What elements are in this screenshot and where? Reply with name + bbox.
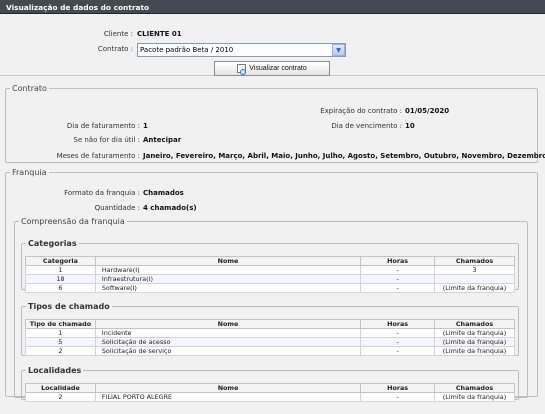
table-cell: - [360,274,436,284]
localidades-legend: Localidades [28,366,82,375]
table-cell: Solicitação de serviço [94,346,362,356]
column-header: Chamados [434,383,515,393]
window-title: Visualização de dados do contrato [0,0,545,14]
localidades-table: Localidade Nome Horas Chamados 2 FILIAL … [25,383,515,402]
non-business-value: Antecipar [143,136,182,144]
due-day-value: 10 [405,122,415,130]
tipos-chamado-section: Tipos de chamado Tipo de chamado Nome Ho… [21,302,519,356]
franquia-legend: Franquia [12,168,47,177]
column-header: Chamados [434,256,515,266]
table-cell: Software(I) [94,283,362,293]
franchise-quantity-value: 4 chamado(s) [143,204,197,212]
column-header: Nome [94,383,362,393]
billing-months-label: Meses de faturamento : [56,152,140,160]
contract-select[interactable]: Pacote padrão Beta / 2010 [137,43,346,57]
client-value: CLIENTE 01 [137,30,182,38]
table-cell [434,274,515,284]
table-cell: 3 [434,265,515,275]
table-cell: 2 [25,392,96,402]
column-header: Categoria [25,256,96,266]
table-cell: (Limite da franquia) [434,337,515,347]
table-cell: (Limite da franquia) [434,283,515,293]
table-row[interactable]: 1 Incidente - (Limite da franquia) [25,328,515,338]
table-row[interactable]: 5 Solicitação de acesso - (Limite da fra… [25,337,515,347]
franchise-quantity-label: Quantidade : [94,204,140,212]
franchise-format-value: Chamados [143,189,184,197]
expiration-label: Expiração do contrato : [320,107,402,115]
column-header: Nome [94,319,362,329]
column-header: Horas [360,319,436,329]
billing-day-label: Dia de faturamento : [66,122,140,130]
table-cell: Infraestrutura(I) [94,274,362,284]
view-contract-button-label: Visualizar contrato [249,65,307,72]
table-cell: 1 [25,265,96,275]
client-label: Cliente : [103,30,133,38]
billing-months-value: Janeiro, Fevereiro, Março, Abril, Maio, … [143,152,545,160]
table-cell: 6 [25,283,96,293]
compreensao-legend: Compreensão da franquia [21,217,125,226]
tipos-chamado-table: Tipo de chamado Nome Horas Chamados 1 In… [25,319,515,356]
table-cell: - [360,283,436,293]
table-cell: - [360,337,436,347]
compreensao-section: Compreensão da franquia Categorias Categ… [14,217,528,402]
column-header: Horas [360,383,436,393]
column-header: Horas [360,256,436,266]
franquia-section: Franquia Formato da franquia : Chamados … [5,168,538,402]
table-cell: Incidente [94,328,362,338]
non-business-label: Se não for dia útil : [73,136,140,144]
table-row[interactable]: 18 Infraestrutura(I) - [25,274,515,284]
table-row[interactable]: 2 Solicitação de serviço - (Limite da fr… [25,346,515,356]
column-header: Tipo de chamado [25,319,96,329]
table-cell: 1 [25,328,96,338]
view-contract-button[interactable]: Visualizar contrato [214,61,330,76]
table-cell: (Limite da franquia) [434,328,515,338]
chevron-down-icon[interactable]: ▼ [332,44,345,56]
table-cell: - [360,346,436,356]
contract-label: Contrato : [97,45,133,53]
table-cell: 5 [25,337,96,347]
categorias-section: Categorias Categoria Nome Horas Chamados… [21,239,519,293]
table-cell: - [360,392,436,402]
contract-selector-panel: Cliente : CLIENTE 01 Contrato : Pacote p… [0,16,545,76]
table-cell: (Limite da franquia) [434,392,515,402]
table-row[interactable]: 2 FILIAL PORTO ALEGRE - (Limite da franq… [25,392,515,402]
table-cell: Hardware(I) [94,265,362,275]
table-cell: FILIAL PORTO ALEGRE [94,392,362,402]
table-cell: 2 [25,346,96,356]
table-cell: - [360,265,436,275]
franchise-format-label: Formato da franquia : [64,189,140,197]
table-row[interactable]: 6 Software(I) - (Limite da franquia) [25,283,515,293]
due-day-label: Dia de vencimento : [331,122,402,130]
table-cell: 18 [25,274,96,284]
column-header: Localidade [25,383,96,393]
column-header: Nome [94,256,362,266]
document-search-icon [237,64,247,75]
categorias-table: Categoria Nome Horas Chamados 1 Hardware… [25,256,515,293]
expiration-value: 01/05/2020 [405,107,450,115]
table-row[interactable]: 1 Hardware(I) - 3 [25,265,515,275]
column-header: Chamados [434,319,515,329]
localidades-section: Localidades Localidade Nome Horas Chamad… [21,366,519,402]
table-cell: Solicitação de acesso [94,337,362,347]
tipos-chamado-legend: Tipos de chamado [28,302,110,311]
categorias-legend: Categorias [28,239,77,248]
table-cell: (Limite da franquia) [434,346,515,356]
contrato-section: Contrato Expiração do contrato : 01/05/2… [5,84,545,163]
table-cell: - [360,328,436,338]
contrato-legend: Contrato [12,84,47,93]
billing-day-value: 1 [143,122,148,130]
